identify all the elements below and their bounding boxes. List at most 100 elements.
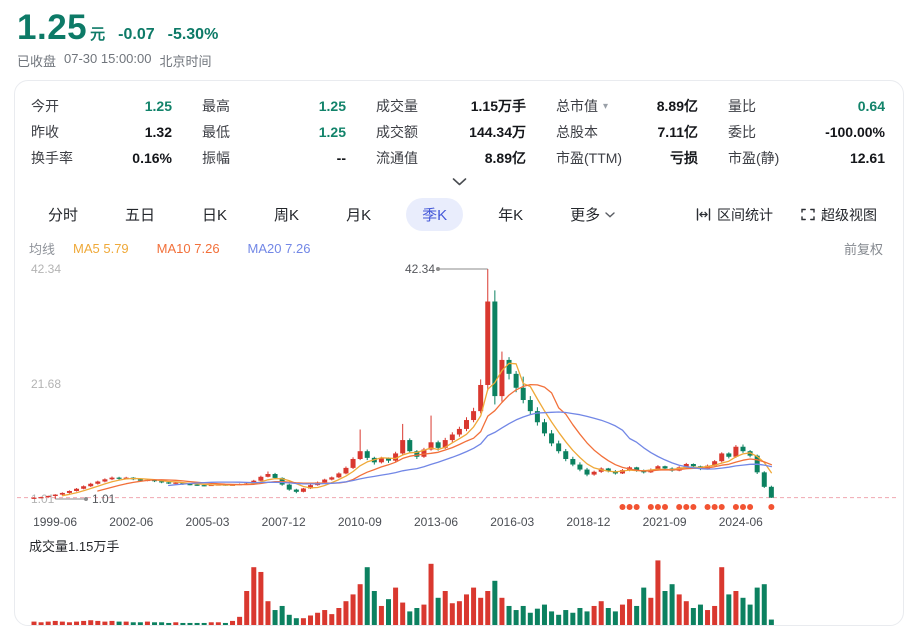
tab-daily[interactable]: 日K [202,204,227,225]
super-view-button[interactable]: 超级视图 [801,205,877,225]
stat-float-cap: 流通值 8.89亿 [376,145,556,171]
tab-label: 更多 [570,207,601,224]
stat-value: 1.25 [144,98,172,114]
svg-text:1.01: 1.01 [31,492,55,506]
price-unit: 元 [90,26,106,43]
adjust-mode-selector[interactable]: 前复权 [844,239,883,258]
tool-label: 区间统计 [717,206,773,223]
ma-item-ma5: MA5 5.79 [73,240,129,256]
range-stats-button[interactable]: 区间统计 [696,205,773,225]
stat-value: 0.64 [857,98,885,114]
tab-label: 年K [498,207,524,224]
market-status: 已收盘 [17,54,57,69]
ma-item-ma20: MA20 7.26 [247,240,311,256]
stat-value: 1.32 [144,124,172,140]
stat-value: 亏损 [670,150,698,166]
stat-label: 市盈(TTM) [556,150,623,166]
stat-value: 144.34万 [469,124,526,140]
tab-5day[interactable]: 五日 [125,204,155,225]
stat-high: 最高 1.25 [202,93,376,119]
tab-yearly[interactable]: 年K [498,204,523,225]
ma-legend: 均线 MA5 5.79 MA10 7.26 MA20 7.26 前复权 [15,229,903,258]
svg-text:42.34: 42.34 [405,262,435,276]
stat-label: 流通值 [376,150,418,166]
chart-period-tabbar: 分时 五日 日K 周K 月K 季K 年K 更多 区间统计 超级视图 [15,191,903,231]
price-change-percent: -5.30% [167,26,219,43]
quote-card: 今开 1.25 最高 1.25 成交量 1.15万手 总市值 ▾ 8.89亿 量比 0.64 昨收 1.… [14,80,904,626]
ma-item-ma10: MA10 7.26 [156,240,220,256]
stat-pe-ttm: 市盈(TTM) 亏损 [556,145,728,171]
tab-label: 日K [202,207,228,224]
volume-label: 成交量1.15万手 [29,536,903,554]
price-candlestick-chart[interactable]: 42.34 21.68 1.01 42.34 1.01 [17,255,901,515]
ma-legend-items: MA5 5.79 MA10 7.26 MA20 7.26 [73,241,310,256]
x-axis-labels: 1999-06 2002-06 2005-03 2007-12 2010-09 2013-… [17,515,781,532]
stat-label: 量比 [728,98,756,114]
stat-volume-ratio: 量比 0.64 [728,93,887,119]
stat-value: 0.16% [132,150,172,166]
x-axis-tick: 2021-09 [642,515,687,529]
price-change: -0.07 [118,26,155,43]
stat-label: 昨收 [31,124,59,140]
stat-label: 最低 [202,124,230,140]
caret-down-icon[interactable]: ▾ [603,101,608,112]
x-axis-tick: 2018-12 [566,515,611,529]
stat-value: 1.25 [318,124,346,140]
x-axis-tick: 1999-06 [33,515,78,529]
stat-value: 12.61 [849,150,885,166]
collapse-stats-button[interactable] [15,173,903,191]
tab-label: 月K [346,207,372,224]
timezone-label: 北京时间 [159,54,212,69]
svg-text:42.34: 42.34 [31,262,61,276]
chevron-down-icon [452,178,466,186]
tab-label: 周K [274,207,300,224]
stat-pe-static: 市盈(静) 12.61 [728,145,887,171]
stat-value: 7.11亿 [657,124,698,140]
stat-value: -- [336,150,346,166]
stat-label: 委比 [728,124,756,140]
tab-label: 五日 [125,207,156,224]
stat-low: 最低 1.25 [202,119,376,145]
stat-label: 总市值 ▾ [556,98,609,114]
tab-more[interactable]: 更多 [570,204,615,225]
volume-label-text: 成交量 [29,539,69,554]
svg-text:21.68: 21.68 [31,377,61,391]
stat-label: 今开 [31,98,59,114]
stat-label: 换手率 [31,150,73,166]
stats-grid: 今开 1.25 最高 1.25 成交量 1.15万手 总市值 ▾ 8.89亿 量比 0.64 昨收 1.… [15,91,903,171]
x-axis-tick: 2007-12 [261,515,306,529]
tool-label: 超级视图 [821,206,877,223]
range-stats-icon [696,208,711,221]
ma-legend-prefix: 均线 [29,241,56,257]
super-view-icon [801,208,815,221]
chevron-down-icon [605,211,615,218]
stat-label: 振幅 [202,150,230,166]
tab-label: 季K [422,207,448,224]
stat-bid-ratio: 委比 -100.00% [728,119,887,145]
tab-monthly[interactable]: 月K [346,204,371,225]
tab-label: 分时 [48,207,79,224]
x-axis-tick: 2013-06 [414,515,459,529]
x-axis-tick: 2016-03 [490,515,535,529]
stat-value: 1.15万手 [470,98,526,114]
x-axis-tick: 2005-03 [185,515,230,529]
svg-text:1.01: 1.01 [92,492,116,506]
tab-quarterly[interactable]: 季K [406,198,464,231]
stat-total-shares: 总股本 7.11亿 [556,119,728,145]
x-axis-tick: 2002-06 [109,515,154,529]
stat-turnover-rate: 换手率 0.16% [31,145,202,171]
stat-value: 8.89亿 [484,150,526,166]
x-axis-tick: 2010-09 [337,515,382,529]
stat-prev-close: 昨收 1.32 [31,119,202,145]
stat-value: -100.00% [825,124,885,140]
stat-amount: 成交额 144.34万 [376,119,556,145]
stat-label: 成交量 [376,98,418,114]
tab-weekly[interactable]: 周K [274,204,299,225]
stat-label: 总股本 [556,124,598,140]
x-axis-tick: 2024-06 [718,515,763,529]
tab-minute[interactable]: 分时 [48,204,78,225]
stat-market-cap: 总市值 ▾ 8.89亿 [556,93,728,119]
current-price: 1.25 [17,8,88,47]
stat-label: 成交额 [376,124,418,140]
volume-bar-chart[interactable] [17,553,901,626]
